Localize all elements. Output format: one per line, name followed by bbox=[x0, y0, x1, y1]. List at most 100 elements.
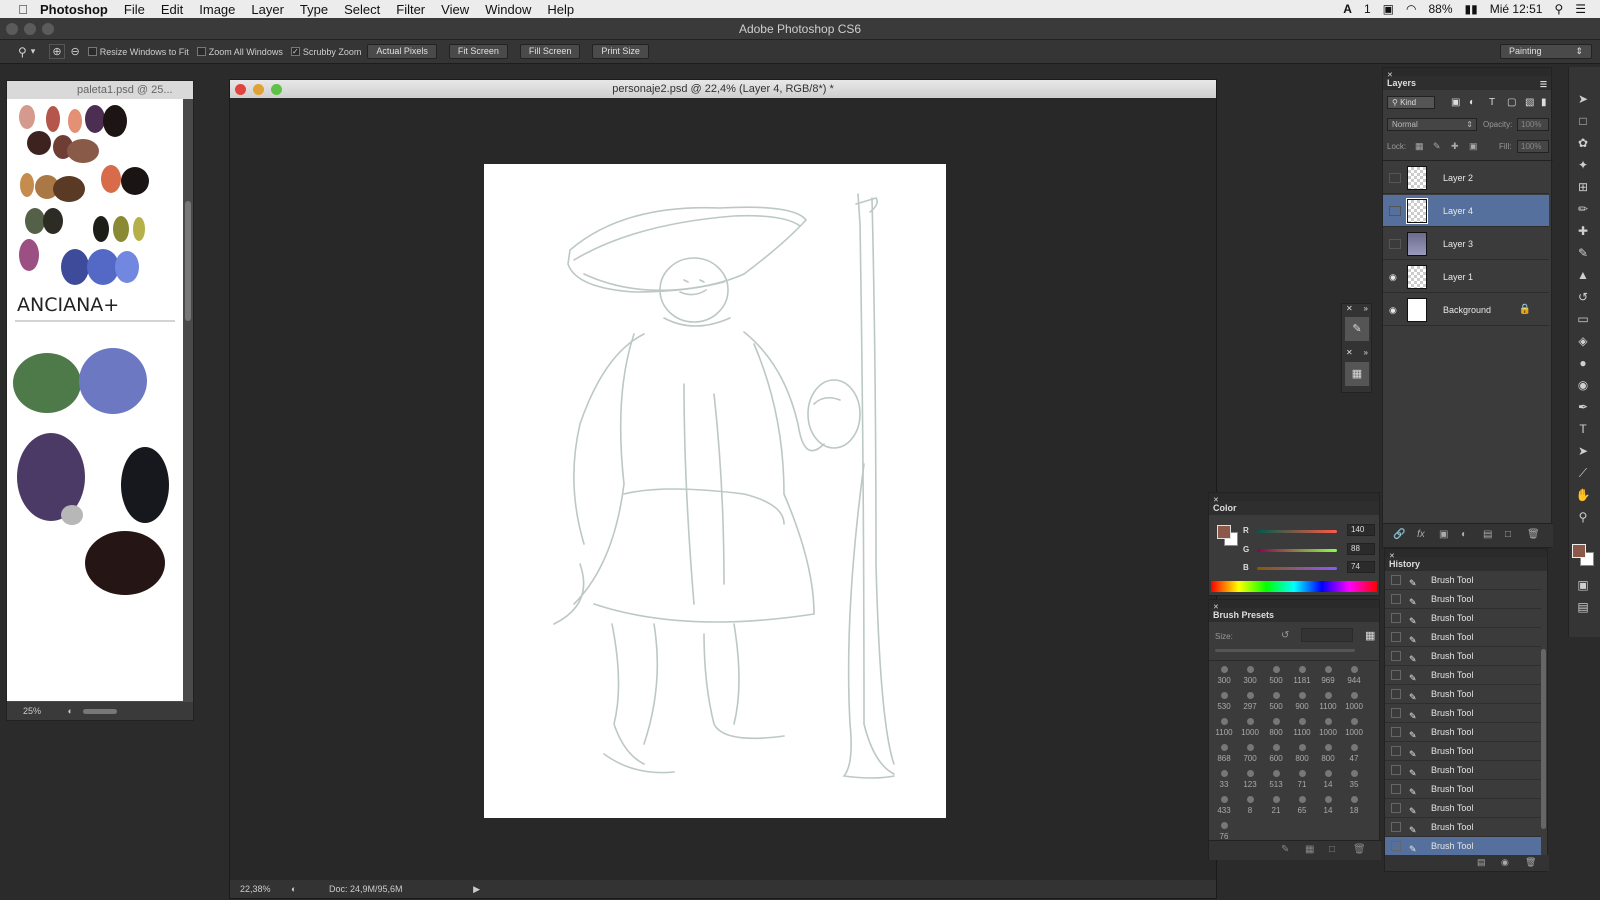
brush-preset[interactable]: 800 bbox=[1315, 742, 1341, 768]
zoom-all-checkbox[interactable] bbox=[196, 47, 206, 56]
new-group-icon[interactable]: ▤ bbox=[1483, 529, 1492, 540]
history-state[interactable]: ✎ Brush Tool bbox=[1385, 571, 1541, 590]
brush-preset[interactable]: 297 bbox=[1237, 690, 1263, 716]
healing-brush-tool-icon[interactable]: ✚ bbox=[1573, 222, 1593, 240]
resize-windows-checkbox[interactable] bbox=[87, 47, 97, 56]
tool-presets-icon[interactable]: ✎ bbox=[1345, 317, 1369, 341]
r-slider[interactable] bbox=[1257, 530, 1337, 533]
g-field[interactable]: 88 bbox=[1347, 543, 1375, 555]
notification-icon[interactable]: ☰ bbox=[1575, 2, 1586, 16]
grid-view-icon[interactable]: ▦ bbox=[1305, 844, 1314, 855]
visibility-toggle[interactable] bbox=[1389, 205, 1401, 216]
fill-field[interactable]: 100% bbox=[1517, 140, 1549, 153]
status-arrow-icon[interactable]: ▶ bbox=[473, 884, 480, 894]
spotlight-icon[interactable]: ⚲ bbox=[1554, 2, 1563, 16]
history-source-toggle[interactable] bbox=[1391, 727, 1401, 737]
history-brush-tool-icon[interactable]: ↺ bbox=[1573, 288, 1593, 306]
history-source-toggle[interactable] bbox=[1391, 708, 1401, 718]
history-state[interactable]: ✎ Brush Tool bbox=[1385, 609, 1541, 628]
lock-all-icon[interactable]: ▣ bbox=[1469, 141, 1478, 152]
dodge-tool-icon[interactable]: ◉ bbox=[1573, 376, 1593, 394]
brush-preset[interactable]: 123 bbox=[1237, 768, 1263, 794]
history-state[interactable]: ✎ Brush Tool bbox=[1385, 837, 1541, 856]
brush-preset[interactable]: 600 bbox=[1263, 742, 1289, 768]
history-state[interactable]: ✎ Brush Tool bbox=[1385, 780, 1541, 799]
history-source-toggle[interactable] bbox=[1391, 822, 1401, 832]
camera-icon[interactable]: ◉ bbox=[1501, 857, 1509, 868]
type-tool-icon[interactable]: T bbox=[1573, 420, 1593, 438]
kind-filter[interactable]: ⚲ Kind bbox=[1387, 96, 1435, 109]
b-slider[interactable] bbox=[1257, 567, 1337, 570]
history-source-toggle[interactable] bbox=[1391, 651, 1401, 661]
channels-icon[interactable]: ▦ bbox=[1345, 362, 1369, 386]
layer-row-layer-4[interactable]: Layer 4 bbox=[1383, 195, 1549, 227]
history-state[interactable]: ✎ Brush Tool bbox=[1385, 590, 1541, 609]
lock-image-icon[interactable]: ✎ bbox=[1433, 141, 1441, 152]
smartobject-filter-icon[interactable]: ▧ bbox=[1525, 97, 1534, 108]
brush-preset[interactable]: 1000 bbox=[1237, 716, 1263, 742]
color-tab[interactable]: Color bbox=[1209, 501, 1379, 515]
adjustment-filter-icon[interactable]: ◐ bbox=[1469, 97, 1475, 108]
display-icon[interactable]: ▣ bbox=[1383, 2, 1394, 16]
brush-preset[interactable]: 800 bbox=[1263, 716, 1289, 742]
new-preset-icon[interactable]: ▦ bbox=[1365, 629, 1375, 642]
history-scrollbar[interactable] bbox=[1541, 649, 1546, 829]
workspace-switcher[interactable]: Painting ⇕ bbox=[1500, 44, 1592, 59]
menu-edit[interactable]: Edit bbox=[161, 2, 183, 17]
brush-preset[interactable]: 868 bbox=[1211, 742, 1237, 768]
history-source-toggle[interactable] bbox=[1391, 765, 1401, 775]
move-tool-icon[interactable]: ➤ bbox=[1573, 90, 1593, 108]
zoom-tool-icon[interactable]: ⚲ bbox=[18, 45, 27, 59]
apple-icon[interactable]:  bbox=[12, 2, 34, 17]
palette-canvas[interactable]: ANCIANA+ bbox=[7, 99, 183, 701]
adjustment-layer-icon[interactable]: ◐ bbox=[1461, 529, 1467, 540]
zoom-window-icon[interactable] bbox=[42, 23, 54, 35]
brush-preset[interactable]: 71 bbox=[1289, 768, 1315, 794]
link-layers-icon[interactable]: 🔗 bbox=[1393, 529, 1405, 540]
trash-icon[interactable]: 🗑 bbox=[1527, 529, 1540, 540]
screen-mode-icon[interactable]: ▤ bbox=[1573, 598, 1593, 616]
brush-preset[interactable]: 65 bbox=[1289, 794, 1315, 820]
brush-preset[interactable]: 21 bbox=[1263, 794, 1289, 820]
history-state[interactable]: ✎ Brush Tool bbox=[1385, 704, 1541, 723]
history-tab[interactable]: History bbox=[1385, 557, 1547, 571]
brush-preset[interactable]: 1100 bbox=[1315, 690, 1341, 716]
paint-bucket-tool-icon[interactable]: ◈ bbox=[1573, 332, 1593, 350]
palette-titlebar[interactable]: paleta1.psd @ 25... bbox=[7, 81, 193, 99]
quick-mask-icon[interactable]: ▣ bbox=[1573, 576, 1593, 594]
eyedropper-tool-icon[interactable]: ✏ bbox=[1573, 200, 1593, 218]
history-state[interactable]: ✎ Brush Tool bbox=[1385, 666, 1541, 685]
pixel-filter-icon[interactable]: ▣ bbox=[1451, 97, 1460, 108]
blend-mode-select[interactable]: Normal ⇕ bbox=[1387, 118, 1477, 131]
menu-select[interactable]: Select bbox=[344, 2, 380, 17]
brush-preset[interactable]: 33 bbox=[1211, 768, 1237, 794]
brush-preset[interactable]: 500 bbox=[1263, 664, 1289, 690]
history-source-toggle[interactable] bbox=[1391, 841, 1401, 851]
brush-preset[interactable]: 1000 bbox=[1315, 716, 1341, 742]
status-menu-icon[interactable]: ◐ bbox=[291, 884, 296, 894]
brush-preset[interactable]: 1100 bbox=[1211, 716, 1237, 742]
blur-tool-icon[interactable]: ● bbox=[1573, 354, 1593, 372]
history-state[interactable]: ✎ Brush Tool bbox=[1385, 647, 1541, 666]
visibility-toggle[interactable] bbox=[1389, 172, 1401, 183]
layer-row-layer-1[interactable]: ◉ Layer 1 bbox=[1383, 261, 1549, 293]
lasso-tool-icon[interactable]: ✿ bbox=[1573, 134, 1593, 152]
brush-preset[interactable]: 8 bbox=[1237, 794, 1263, 820]
brush-presets-tab[interactable]: Brush Presets bbox=[1209, 608, 1379, 622]
history-source-toggle[interactable] bbox=[1391, 575, 1401, 585]
new-layer-icon[interactable]: □ bbox=[1505, 529, 1511, 540]
main-document-window[interactable]: personaje2.psd @ 22,4% (Layer 4, RGB/8*)… bbox=[229, 79, 1217, 899]
menu-layer[interactable]: Layer bbox=[251, 2, 284, 17]
brush-preset[interactable]: 969 bbox=[1315, 664, 1341, 690]
reset-icon[interactable]: ↺ bbox=[1281, 630, 1289, 641]
history-state[interactable]: ✎ Brush Tool bbox=[1385, 818, 1541, 837]
brush-preset[interactable]: 14 bbox=[1315, 794, 1341, 820]
collapse-icon[interactable]: » bbox=[1364, 348, 1368, 357]
menu-help[interactable]: Help bbox=[547, 2, 574, 17]
document-canvas[interactable] bbox=[484, 164, 946, 818]
opacity-field[interactable]: 100% bbox=[1517, 118, 1549, 131]
tool-preset-dropdown-icon[interactable]: ▾ bbox=[31, 46, 36, 57]
minimize-window-icon[interactable] bbox=[24, 23, 36, 35]
brush-preset[interactable]: 18 bbox=[1341, 794, 1367, 820]
layer-row-layer-2[interactable]: Layer 2 bbox=[1383, 162, 1549, 194]
